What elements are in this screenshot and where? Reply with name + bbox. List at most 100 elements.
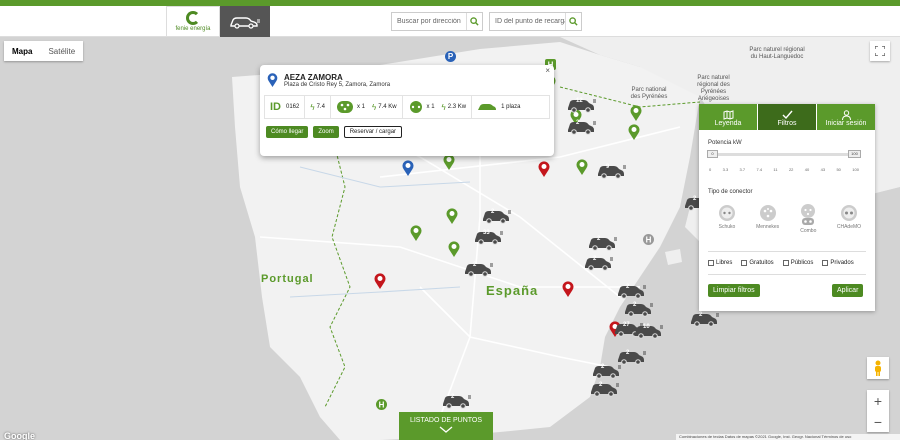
cluster-marker[interactable]: 2 — [617, 281, 647, 299]
charger-pin-green[interactable] — [576, 159, 588, 175]
connector-chademo[interactable]: CHAdeMO — [829, 204, 869, 234]
google-logo: Google — [4, 431, 35, 440]
zoom-out-icon[interactable]: − — [874, 414, 882, 430]
hotel-marker[interactable]: H — [643, 234, 654, 248]
cluster-marker[interactable]: 2 — [590, 379, 620, 397]
country-label-portugal: Portugal — [261, 273, 314, 285]
cluster-marker[interactable]: 33 — [474, 227, 504, 245]
cluster-marker[interactable]: 2 — [482, 206, 512, 224]
power-slider[interactable]: 0 100 — [707, 150, 861, 158]
address-search — [391, 12, 483, 31]
slider-max-handle[interactable]: 100 — [848, 150, 861, 158]
address-search-button[interactable] — [466, 13, 482, 30]
combo-icon — [801, 204, 816, 225]
zoom-button[interactable]: Zoom — [313, 126, 339, 138]
power-total-cell: ϟ 7.4 — [305, 96, 331, 118]
tab-leyenda[interactable]: Leyenda — [699, 104, 757, 130]
filter-panel: Leyenda Filtros Iniciar sesión Potencia … — [699, 104, 875, 311]
cluster-marker[interactable]: 2 — [624, 299, 654, 317]
cluster-count: 2 — [626, 350, 630, 356]
slider-tick: 22 — [788, 167, 794, 172]
checkbox-privados[interactable]: Privados — [822, 260, 854, 266]
cluster-count: 10 — [643, 324, 650, 330]
map-type-mapa[interactable]: Mapa — [4, 41, 40, 61]
schuko-connector-icon — [409, 101, 422, 113]
connector-mennekes[interactable]: Mennekes — [748, 204, 788, 234]
street-view-button[interactable] — [867, 357, 889, 379]
hotel-marker[interactable]: H — [376, 399, 387, 413]
cluster-marker[interactable]: 2 — [464, 259, 494, 277]
connector-combo[interactable]: Combo — [788, 204, 828, 234]
checkbox-libres[interactable]: Libres — [708, 260, 732, 266]
cluster-count: 2 — [593, 256, 597, 262]
checkbox-privados-label: Privados — [830, 260, 854, 266]
map-type-satelite[interactable]: Satélite — [40, 41, 83, 61]
cluster-marker[interactable]: 2 — [442, 391, 472, 409]
location-pin-icon — [267, 73, 278, 87]
slider-min-handle[interactable]: 0 — [707, 150, 718, 158]
cluster-marker[interactable]: 10 — [634, 321, 664, 339]
parking-marker[interactable]: P — [445, 51, 456, 65]
popup-close-button[interactable]: × — [545, 66, 550, 75]
checkbox-libres-label: Libres — [716, 260, 733, 266]
tab-filtros[interactable]: Filtros — [757, 104, 816, 130]
station-address: Plaza de Cristo Rey 5, Zamora, Zamora — [284, 82, 391, 88]
checkbox-gratuitos[interactable]: Gratuitos — [741, 260, 774, 266]
zoom-in-icon[interactable]: + — [874, 393, 882, 409]
list-points-label: LISTADO DE PUNTOS — [409, 417, 483, 424]
charger-pin-green[interactable] — [446, 208, 458, 224]
directions-button[interactable]: Cómo llegar — [266, 126, 309, 138]
fenie-logo-icon — [186, 11, 200, 25]
tab-iniciar-sesion[interactable]: Iniciar sesión — [816, 104, 875, 130]
fullscreen-button[interactable] — [870, 41, 890, 61]
clear-filters-button[interactable]: Limpiar filtros — [708, 284, 760, 297]
power-label: Potencia kW — [708, 140, 742, 146]
id-search-input[interactable] — [490, 13, 565, 30]
connector-label: Tipo de conector — [708, 189, 753, 195]
fenie-logo[interactable]: fenie energía — [166, 6, 220, 37]
charger-pin-green[interactable] — [630, 105, 642, 121]
tab-filtros-label: Filtros — [777, 120, 797, 127]
car-icon — [478, 104, 497, 110]
apply-button[interactable]: Aplicar — [832, 284, 864, 297]
slider-tick: 0 — [709, 167, 712, 172]
checkbox-publicos[interactable]: Públicos — [782, 260, 813, 266]
charger-pin-red[interactable] — [374, 273, 386, 289]
cluster-marker[interactable]: 2 — [584, 253, 614, 271]
ev-charging-tab[interactable] — [220, 6, 270, 37]
slider-tick: 7.4 — [756, 167, 763, 172]
address-search-input[interactable] — [392, 13, 466, 30]
cluster-marker[interactable]: 9 — [597, 161, 627, 179]
charger-pin-blue[interactable] — [402, 160, 414, 176]
cluster-marker[interactable]: 2 — [592, 361, 622, 379]
cluster-count: 27 — [623, 322, 630, 328]
id-search — [489, 12, 582, 31]
connector2-count: x 1 — [426, 104, 435, 110]
cluster-marker[interactable]: 12 — [567, 95, 597, 113]
map-canvas[interactable]: Mapa Satélite Parc naturel régional du H… — [0, 37, 900, 440]
cluster-count: 2 — [693, 196, 697, 202]
cluster-count: 2 — [576, 120, 580, 126]
charger-pin-green[interactable] — [443, 154, 455, 170]
connector2-power: 2.3 Kw — [447, 104, 467, 110]
charger-pin-red[interactable] — [562, 281, 574, 297]
charger-pin-green[interactable] — [448, 241, 460, 257]
country-label-espana: España — [486, 283, 539, 298]
schuko-icon — [719, 205, 735, 221]
connector-chademo-label: CHAdeMO — [836, 224, 862, 230]
id-search-button[interactable] — [565, 13, 581, 30]
reserve-button[interactable]: Reservar / cargar — [343, 126, 403, 138]
car-cluster-icon — [465, 263, 493, 277]
charger-pin-green[interactable] — [410, 225, 422, 241]
list-points-button[interactable]: LISTADO DE PUNTOS — [399, 412, 493, 440]
cluster-marker[interactable]: 2 — [588, 233, 618, 251]
connector-schuko[interactable]: Schuko — [707, 204, 747, 234]
connector-options: Schuko Mennekes Combo CHAdeMO — [707, 204, 869, 234]
car-cluster-icon — [589, 237, 617, 251]
cluster-marker[interactable]: 2 — [567, 117, 597, 135]
charger-pin-red[interactable] — [538, 161, 550, 177]
cluster-marker[interactable]: 2 — [690, 309, 720, 327]
map-attribution: Combinaciones de teclas Datos de mapas ©… — [676, 434, 900, 440]
slider-tick: 3.3 — [722, 167, 729, 172]
charger-pin-green[interactable] — [628, 124, 640, 140]
